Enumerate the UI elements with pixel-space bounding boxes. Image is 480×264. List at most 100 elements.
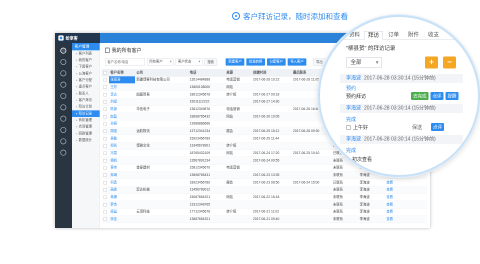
money-icon[interactable]	[60, 115, 67, 122]
table-cell[interactable]: 何勇	[109, 179, 135, 186]
nav-item[interactable]: 回款管理	[72, 130, 100, 137]
table-cell[interactable]: 查看	[385, 186, 415, 193]
table-cell[interactable]: 刘斌	[109, 98, 135, 105]
column-header[interactable]: 客户名称	[109, 69, 135, 76]
nav-item[interactable]: 客户拜访	[72, 97, 100, 104]
file-icon[interactable]	[60, 104, 67, 111]
image-icon[interactable]	[346, 125, 351, 130]
row-checkbox[interactable]	[102, 84, 109, 91]
nav-item[interactable]: 公海客户	[72, 70, 100, 77]
table-cell[interactable]: 朱琳	[109, 172, 135, 179]
task-icon[interactable]	[60, 138, 67, 145]
table-cell[interactable]: 查看	[385, 201, 415, 208]
nav-item[interactable]: 联系人	[72, 90, 100, 97]
table-cell[interactable]: 王芳	[109, 84, 135, 91]
customer-scope-select[interactable]: 所有客户	[146, 58, 174, 66]
calendar-icon[interactable]	[60, 81, 67, 88]
row-checkbox[interactable]	[102, 201, 109, 208]
home-icon[interactable]	[60, 47, 67, 54]
nav-item[interactable]: 客户分配	[72, 77, 100, 84]
table-cell[interactable]: 查看	[385, 216, 415, 223]
contact-icon[interactable]	[60, 70, 67, 77]
customer-icon[interactable]	[60, 58, 67, 65]
table-cell[interactable]: 孙丽	[109, 120, 135, 127]
message-icon[interactable]	[60, 126, 67, 133]
comment-button[interactable]: 点评	[430, 92, 444, 100]
nav-header[interactable]: 客户管理	[71, 42, 100, 51]
row-checkbox[interactable]	[102, 113, 109, 120]
table-row[interactable]: 何勇 18923456780 展会 2017-06-23 08:50 2017-06-2…	[101, 179, 427, 187]
logo[interactable]: 纷享客	[55, 33, 100, 43]
table-cell[interactable]: 陈静	[109, 106, 135, 113]
table-cell[interactable]: 冯雪	[109, 150, 135, 157]
row-checkbox[interactable]	[102, 164, 109, 171]
table-cell[interactable]: 查看	[385, 194, 415, 201]
table-row[interactable]: 高峰 宏达机械 13456789012 未联系 李海波 查看	[101, 186, 427, 194]
customer-status-select[interactable]: 客户状态	[175, 58, 203, 66]
row-checkbox[interactable]	[102, 142, 109, 149]
table-row[interactable]: 林娜 15087654321 网站 2017-06-22 16:18 未联系 李海波 查看	[101, 194, 427, 201]
table-row[interactable]: 梁晨 云顶科技 17712345678 转介绍 2017-06-21 11:02 未联系 李…	[101, 208, 427, 216]
table-row[interactable]: 宋佳 13887654321 2017-06-21 09:40 未联系 李海波 查看	[101, 215, 427, 223]
visit-filter-select[interactable]: 全部	[346, 57, 382, 68]
table-cell[interactable]: 杨帆	[109, 157, 135, 164]
nav-item[interactable]: 拜访记录	[71, 110, 100, 117]
row-checkbox[interactable]	[102, 150, 109, 157]
complete-button[interactable]: 去完成	[411, 92, 429, 100]
nav-item[interactable]: 数据统计	[72, 137, 100, 144]
row-checkbox[interactable]	[102, 172, 109, 179]
nav-item[interactable]: 下属客户	[72, 64, 100, 71]
record-user[interactable]: 李海波	[346, 106, 361, 112]
search-button[interactable]: 搜索	[204, 58, 217, 66]
row-checkbox[interactable]	[102, 76, 109, 83]
search-input[interactable]	[104, 58, 145, 66]
column-header[interactable]: 创建时间	[252, 69, 292, 76]
table-cell[interactable]: 吴敏	[109, 135, 135, 142]
row-checkbox[interactable]	[102, 208, 109, 215]
column-header[interactable]: 公司	[135, 69, 188, 76]
column-header[interactable]: 来源	[225, 69, 252, 76]
nav-item[interactable]: 重点客户	[72, 84, 100, 91]
remove-visit-button[interactable]: −	[443, 56, 456, 69]
row-checkbox[interactable]	[102, 157, 109, 164]
add-visit-button[interactable]: +	[425, 56, 438, 69]
table-cell[interactable]: 李达	[109, 91, 135, 98]
nav-item[interactable]: 我的客户	[72, 57, 100, 64]
table-cell[interactable]: 郑凯	[109, 142, 135, 149]
row-checkbox[interactable]	[102, 179, 109, 186]
table-cell[interactable]: 林娜	[109, 194, 135, 201]
chart-icon[interactable]	[60, 92, 67, 99]
row-checkbox[interactable]	[102, 186, 109, 193]
settings-icon[interactable]	[60, 149, 67, 156]
nav-item[interactable]: 拜访计划	[72, 104, 100, 111]
row-checkbox[interactable]	[102, 128, 109, 135]
row-checkbox[interactable]	[102, 120, 109, 127]
nav-item[interactable]: 合同管理	[72, 124, 100, 131]
nav-item[interactable]: 商机管理	[72, 117, 100, 124]
record-user[interactable]: 李海波	[346, 76, 361, 82]
row-checkbox[interactable]	[102, 106, 109, 113]
table-cell[interactable]: 赵磊	[109, 113, 135, 120]
record-user[interactable]: 李海波	[346, 137, 361, 143]
tab-visits[interactable]: 拜访	[364, 31, 383, 40]
toolbar-button[interactable]: 导入客户	[287, 58, 307, 66]
toolbar-button[interactable]: 批量转移	[246, 58, 265, 66]
table-cell[interactable]: 查看	[385, 208, 415, 215]
toolbar-button[interactable]: 新建客户	[225, 58, 245, 66]
table-cell[interactable]: 梁晨	[109, 208, 135, 215]
row-checkbox[interactable]	[102, 135, 109, 142]
toolbar-button[interactable]: 分配客户	[266, 58, 286, 66]
row-checkbox[interactable]	[102, 91, 109, 98]
nav-item[interactable]: 客户列表	[72, 50, 100, 57]
select-all-checkbox[interactable]	[102, 69, 109, 76]
row-checkbox[interactable]	[102, 216, 109, 223]
table-cell[interactable]: 黄伟	[109, 164, 135, 171]
table-row[interactable]: 罗杰 13312348765 未联系 李海波 查看	[101, 200, 427, 209]
column-header[interactable]: 电话	[188, 69, 225, 76]
table-cell[interactable]: 周强	[109, 128, 135, 135]
table-cell[interactable]: 张雨涛	[108, 76, 135, 84]
table-cell[interactable]: 宋佳	[109, 216, 135, 223]
table-cell[interactable]: 罗杰	[109, 201, 135, 208]
row-checkbox[interactable]	[102, 98, 109, 105]
table-cell[interactable]: 查看	[385, 179, 415, 186]
